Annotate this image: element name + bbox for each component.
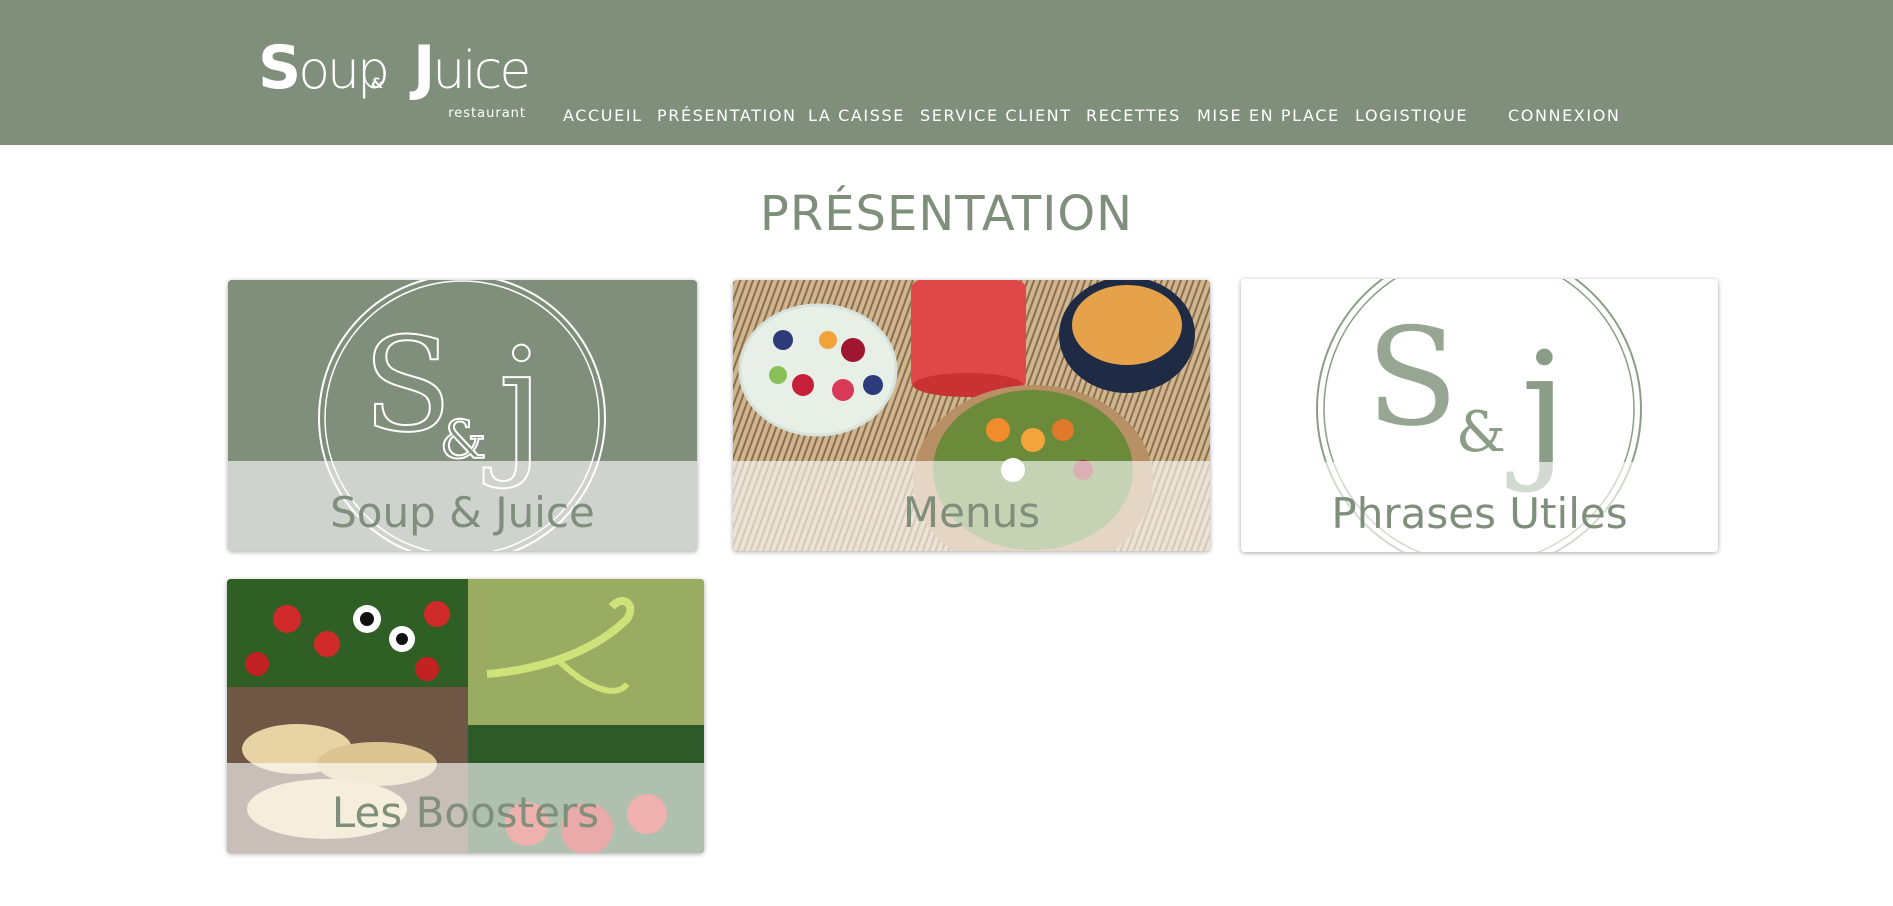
main-nav: ACCUEIL PRÉSENTATION LA CAISSE SERVICE C… [0,106,1893,126]
site-header: Soup Juice & restaurant ACCUEIL PRÉSENTAT… [0,0,1893,145]
card-title: Les Boosters [331,788,600,837]
svg-text:S: S [363,309,452,461]
card-phrases-utiles[interactable]: S & j Phrases Utiles [1241,279,1718,552]
nav-item-mise-en-place[interactable]: MISE EN PLACE [1197,106,1340,125]
nav-item-recettes[interactable]: RECETTES [1086,106,1181,125]
nav-item-service-client[interactable]: SERVICE CLIENT [920,106,1072,125]
logo-ampersand: & [371,76,384,92]
nav-item-accueil[interactable]: ACCUEIL [563,106,643,125]
nav-item-logistique[interactable]: LOGISTIQUE [1355,106,1468,125]
svg-text:&: & [1456,400,1506,465]
card-title: Phrases Utiles [1331,489,1628,538]
page-title: PRÉSENTATION [759,186,1134,242]
card-les-boosters[interactable]: Les Boosters [227,579,704,853]
logo-wordmark: Soup Juice [258,33,531,103]
card-menus[interactable]: Menus [733,280,1210,551]
svg-text:S: S [1366,299,1458,456]
card-soup-juice[interactable]: S & j Soup & Juice [228,280,697,551]
card-title: Menus [902,488,1041,537]
nav-item-presentation[interactable]: PRÉSENTATION [657,106,797,125]
nav-item-connexion[interactable]: CONNEXION [1508,106,1620,125]
card-title: Soup & Juice [330,488,595,537]
nav-item-la-caisse[interactable]: LA CAISSE [808,106,905,125]
